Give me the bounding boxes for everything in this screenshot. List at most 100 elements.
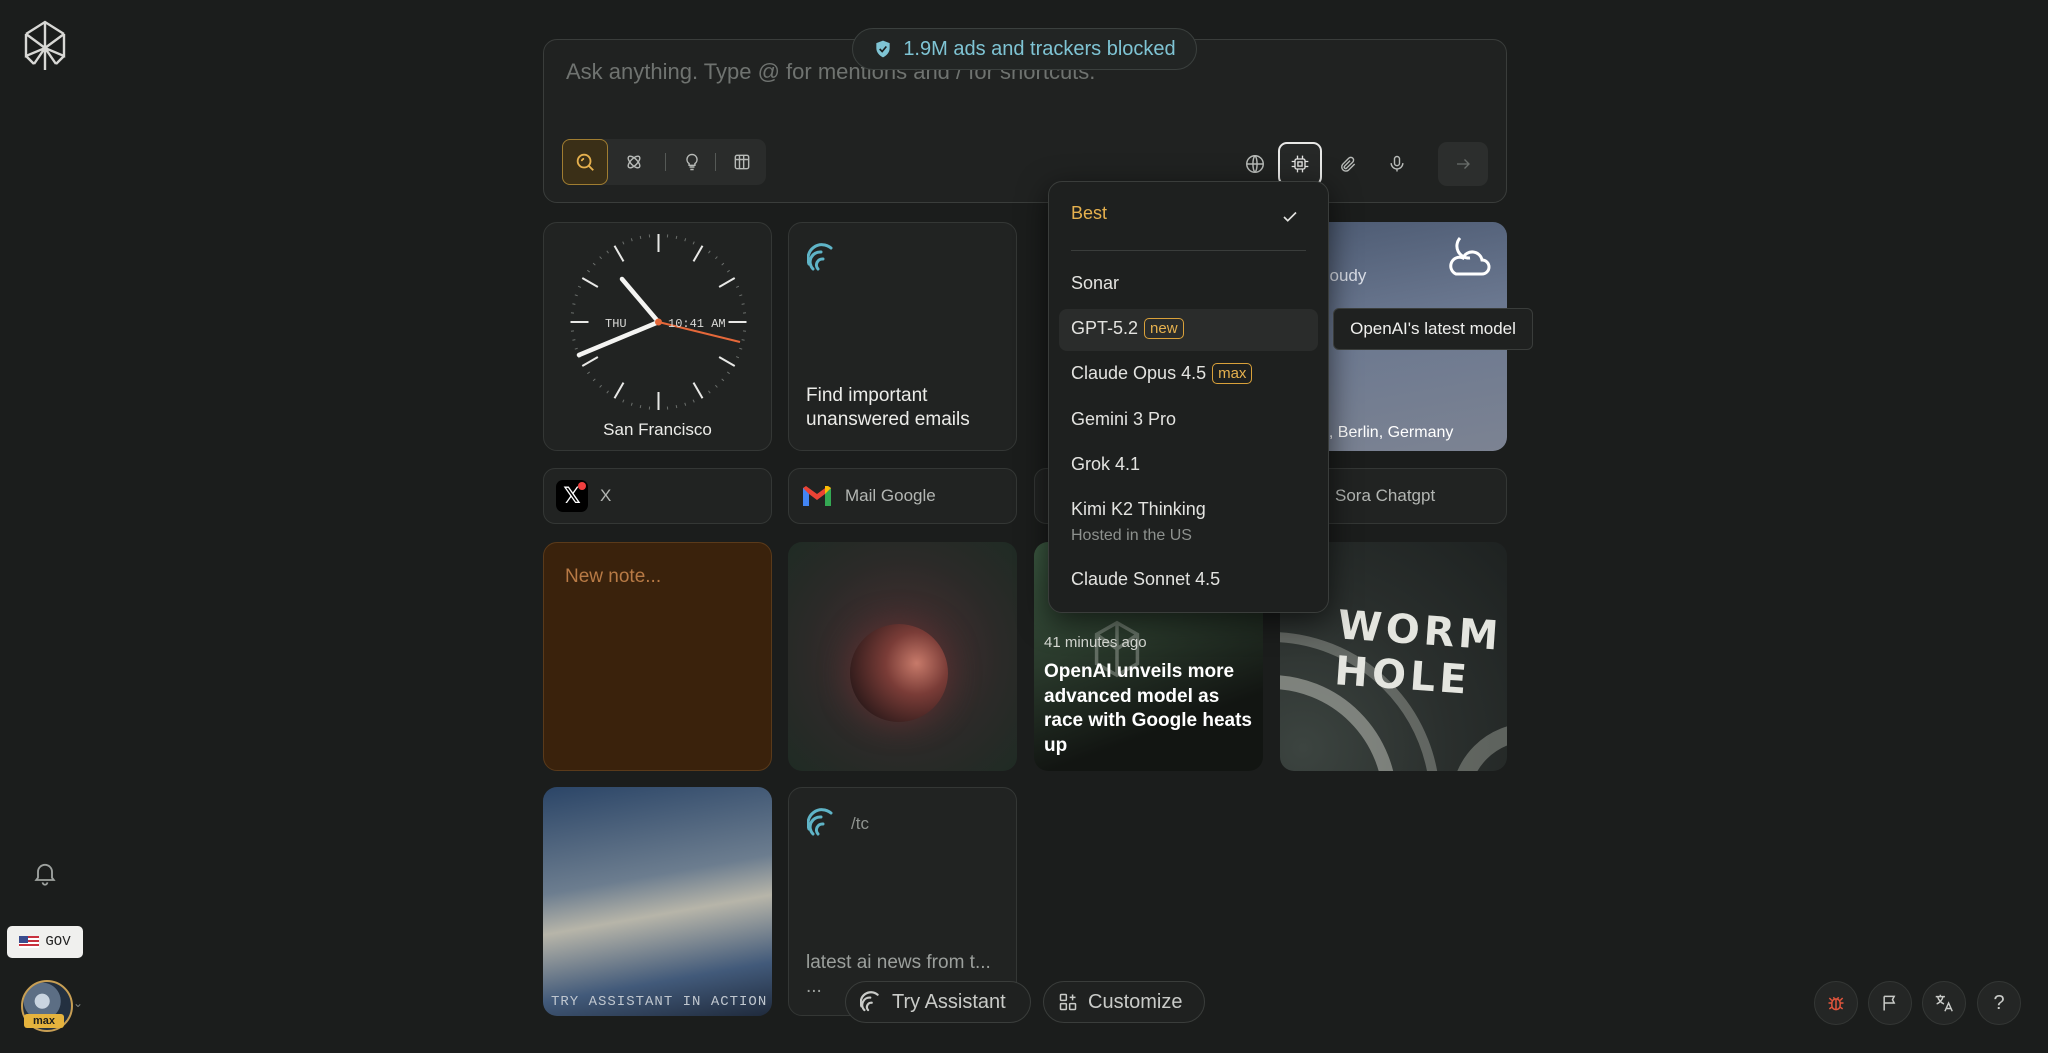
new-note-card[interactable]: New note... xyxy=(543,542,772,771)
report-bug-button[interactable] xyxy=(1814,981,1858,1025)
clock-tick xyxy=(741,339,745,341)
globe-icon xyxy=(1246,155,1264,173)
model-option-sonar[interactable]: Sonar xyxy=(1071,273,1119,294)
clock-tick xyxy=(692,382,704,399)
book-icon xyxy=(734,154,750,170)
model-option-kimi-k2-thinking[interactable]: Kimi K2 Thinking xyxy=(1071,499,1206,520)
clock-tick xyxy=(684,238,687,242)
clock-tick xyxy=(718,277,736,288)
try-assistant-button[interactable]: Try Assistant xyxy=(845,981,1031,1023)
tc-shortcut-label: /tc xyxy=(851,814,869,833)
labs-mode-button[interactable] xyxy=(669,139,715,185)
customize-button[interactable]: Customize xyxy=(1043,981,1205,1023)
clock-tick xyxy=(715,384,718,388)
try-assistant-caption: TRY ASSISTANT IN ACTION xyxy=(551,994,768,1010)
model-dropdown: Best Sonar GPT-5.2 new Claude Opus 4.5 max… xyxy=(1048,181,1329,613)
link-label: Mail Google xyxy=(845,486,936,505)
clock-widget[interactable]: THU 10:41 AM San Francisco xyxy=(543,222,772,451)
us-flag-icon xyxy=(19,936,40,948)
new-badge: new xyxy=(1144,318,1184,339)
clock-tick xyxy=(739,347,743,350)
flag-button[interactable] xyxy=(1868,981,1912,1025)
clock-tick xyxy=(599,256,602,260)
bug-icon xyxy=(1828,996,1844,1011)
help-button[interactable]: ? xyxy=(1977,981,2021,1025)
cpu-chip-icon xyxy=(1291,155,1309,173)
clock-tick xyxy=(692,245,704,262)
perplexity-logo-icon[interactable] xyxy=(22,20,68,72)
clock-tick xyxy=(606,250,609,254)
model-option-best[interactable]: Best xyxy=(1071,203,1107,224)
ads-blocked-text: 1.9M ads and trackers blocked xyxy=(903,37,1176,60)
model-option-grok-4-1[interactable]: Grok 4.1 xyxy=(1071,454,1140,475)
model-tooltip: OpenAI's latest model xyxy=(1333,308,1533,350)
clock-tick xyxy=(726,269,730,273)
clock-tick xyxy=(577,285,582,288)
link-label: X xyxy=(600,486,612,505)
link-label: Sora Chatgpt xyxy=(1335,486,1436,505)
paperclip-icon xyxy=(1341,156,1356,172)
translate-icon xyxy=(1935,994,1953,1012)
clock-tick xyxy=(613,245,625,262)
new-note-placeholder: New note... xyxy=(565,566,662,587)
model-option-claude-opus-4-5[interactable]: Claude Opus 4.5 max xyxy=(1071,363,1253,384)
link-card-x[interactable]: 𝕏 X xyxy=(543,468,772,524)
atom-icon xyxy=(627,155,641,169)
dropdown-divider xyxy=(1071,250,1306,251)
planet-image xyxy=(850,624,948,722)
voice-button[interactable] xyxy=(1375,142,1419,186)
clock-tick xyxy=(572,339,576,341)
gmail-logo-icon xyxy=(803,486,831,506)
model-select-button[interactable] xyxy=(1278,142,1322,186)
clock-tick xyxy=(622,241,625,245)
clock-tick xyxy=(639,235,642,239)
news-title: OpenAI unveils more advanced model as ra… xyxy=(1044,661,1252,756)
clock-tick xyxy=(622,399,625,403)
clock-tick xyxy=(741,303,745,305)
news-time: 41 minutes ago xyxy=(1044,634,1147,651)
moon-cloud-icon xyxy=(1449,236,1491,276)
chevron-down-icon[interactable]: ⌄ xyxy=(73,996,83,1010)
clock-tick xyxy=(721,262,725,266)
planet-image-card[interactable] xyxy=(788,542,1017,771)
model-option-kimi-subtitle: Hosted in the US xyxy=(1071,527,1192,544)
clock-tick xyxy=(592,378,596,382)
weather-location: e, Berlin, Germany xyxy=(1320,424,1454,441)
web-sources-button[interactable] xyxy=(1233,142,1277,186)
email-shortcut-card[interactable]: Find important unanswered emails xyxy=(788,222,1017,451)
clock-hour-hand xyxy=(619,276,661,325)
clock-tick xyxy=(735,285,740,288)
model-option-gemini-3-pro[interactable]: Gemini 3 Pro xyxy=(1071,409,1176,430)
research-mode-button[interactable] xyxy=(611,139,657,185)
assistant-wave-icon xyxy=(860,991,879,1012)
x-logo-icon: 𝕏 xyxy=(556,480,588,512)
shield-check-icon xyxy=(876,40,890,58)
try-assistant-image-card[interactable]: TRY ASSISTANT IN ACTION xyxy=(543,787,772,1016)
model-option-gpt-5-2[interactable]: GPT-5.2 new xyxy=(1071,318,1184,339)
ads-blocked-banner[interactable]: 1.9M ads and trackers blocked xyxy=(852,28,1197,70)
send-button[interactable] xyxy=(1438,142,1488,186)
search-mode-group xyxy=(562,139,766,185)
arrow-right-icon xyxy=(1457,159,1470,169)
language-button[interactable] xyxy=(1922,981,1966,1025)
model-option-claude-sonnet-4-5[interactable]: Claude Sonnet 4.5 xyxy=(1071,569,1220,590)
clock-tick xyxy=(574,294,578,297)
gov-label: GOV xyxy=(45,934,71,950)
clock-tick xyxy=(630,402,633,406)
max-badge: max xyxy=(1212,363,1253,384)
gov-badge[interactable]: GOV xyxy=(7,926,83,958)
wormhole-art-text: WORM HOLE xyxy=(1332,602,1504,704)
clock-tick xyxy=(726,371,730,375)
link-card-mail-google[interactable]: Mail Google xyxy=(788,468,1017,524)
search-mode-button[interactable] xyxy=(562,139,608,185)
spaces-mode-button[interactable] xyxy=(719,139,765,185)
clock-tick xyxy=(718,356,736,367)
clock-tick xyxy=(715,256,718,260)
checkmark-icon xyxy=(1283,211,1297,222)
attach-button[interactable] xyxy=(1326,142,1370,186)
clock-tick xyxy=(606,390,609,394)
bell-icon[interactable] xyxy=(31,859,59,887)
clock-tick xyxy=(721,378,725,382)
clock-tick xyxy=(630,238,633,242)
clock-tick xyxy=(692,241,695,245)
